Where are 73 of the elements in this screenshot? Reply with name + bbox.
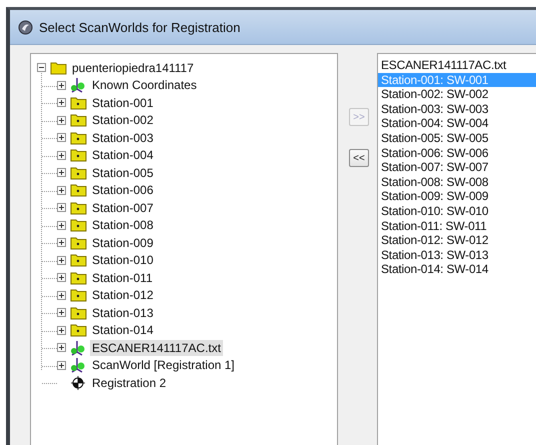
- expand-toggle[interactable]: [57, 256, 66, 265]
- folder-icon: [70, 96, 87, 110]
- target-icon: [70, 374, 87, 391]
- tree-item[interactable]: Station-012: [90, 287, 156, 304]
- tree-item[interactable]: Station-010: [90, 252, 156, 268]
- tree-item[interactable]: Station-013: [90, 304, 156, 321]
- expand-toggle[interactable]: [57, 308, 66, 318]
- list-item[interactable]: Station-003: SW-003: [378, 102, 536, 116]
- list-item[interactable]: Station-013: SW-013: [378, 248, 536, 262]
- expand-toggle[interactable]: [57, 220, 66, 230]
- tree-item[interactable]: Station-009: [90, 234, 156, 251]
- tree-item[interactable]: Station-005: [90, 164, 156, 181]
- axes-icon: [70, 357, 87, 374]
- list-item[interactable]: Station-014: SW-014: [378, 262, 536, 277]
- folder-icon: [70, 200, 87, 215]
- expand-toggle[interactable]: [57, 203, 66, 212]
- expand-toggle[interactable]: [57, 343, 66, 352]
- folder-icon: [70, 113, 87, 128]
- folder-icon: [70, 236, 87, 250]
- move-button[interactable]: <<: [349, 149, 369, 167]
- folder-icon: [70, 166, 87, 180]
- list-item[interactable]: Station-012: SW-012: [378, 233, 536, 248]
- axes-icon: [70, 77, 87, 94]
- tree-item[interactable]: Known Coordinates: [90, 77, 199, 94]
- list-item[interactable]: Station-007: SW-007: [378, 160, 536, 175]
- tree-item[interactable]: Station-011: [90, 270, 154, 286]
- expand-toggle[interactable]: [57, 186, 66, 195]
- list-item[interactable]: ESCANER141117AC.txt: [378, 58, 536, 73]
- expand-toggle[interactable]: [57, 290, 66, 300]
- list-item[interactable]: Station-011: SW-011: [378, 218, 536, 234]
- tree-item[interactable]: Station-004: [90, 147, 156, 164]
- list-item[interactable]: Station-006: SW-006: [378, 146, 536, 160]
- tree-item[interactable]: puenteriopiedra141117: [70, 60, 196, 76]
- tree-item[interactable]: Station-008: [90, 217, 156, 234]
- tree-item[interactable]: Station-003: [90, 130, 156, 146]
- tree-item[interactable]: Registration 2: [90, 374, 168, 391]
- folder-icon: [70, 218, 87, 232]
- folder-icon: [70, 130, 87, 145]
- expand-toggle[interactable]: [57, 116, 66, 125]
- expand-toggle[interactable]: [57, 168, 66, 178]
- tree-item[interactable]: Station-014: [90, 322, 156, 338]
- tree-item[interactable]: Station-006: [90, 182, 156, 198]
- folder-icon: [70, 306, 87, 320]
- list-item[interactable]: Station-008: SW-008: [378, 174, 536, 190]
- list-item[interactable]: Station-005: SW-005: [378, 130, 536, 146]
- expand-toggle[interactable]: [57, 80, 66, 90]
- folder-icon: [70, 148, 87, 162]
- collapse-toggle[interactable]: [37, 63, 46, 72]
- tree-item[interactable]: Station-007: [90, 200, 156, 216]
- expand-toggle[interactable]: [57, 133, 66, 142]
- expand-toggle[interactable]: [57, 150, 66, 160]
- tree-item[interactable]: ESCANER141117AC.txt: [90, 340, 223, 356]
- window-title: Select ScanWorlds for Registration: [39, 20, 240, 34]
- folder-icon: [70, 288, 87, 302]
- list-item[interactable]: Station-010: SW-010: [378, 204, 536, 219]
- list-item[interactable]: Station-004: SW-004: [378, 116, 536, 131]
- expand-toggle[interactable]: [57, 326, 66, 335]
- expand-toggle[interactable]: [57, 360, 66, 370]
- tree-item[interactable]: Station-002: [90, 112, 156, 128]
- axes-icon: [70, 340, 87, 356]
- folder-icon: [70, 253, 87, 268]
- expand-toggle[interactable]: [57, 238, 66, 248]
- list-item[interactable]: Station-009: SW-009: [378, 189, 536, 204]
- folder-icon: [50, 60, 67, 75]
- list-item[interactable]: Station-002: SW-002: [378, 87, 536, 102]
- folder-icon: [70, 183, 87, 198]
- folder-icon: [70, 323, 87, 338]
- tree-item[interactable]: ScanWorld [Registration 1]: [90, 357, 237, 374]
- app-icon: [18, 20, 33, 34]
- expand-toggle[interactable]: [57, 273, 66, 282]
- tree-item[interactable]: Station-001: [90, 94, 156, 111]
- expand-toggle[interactable]: [57, 98, 66, 108]
- folder-icon: [70, 270, 87, 285]
